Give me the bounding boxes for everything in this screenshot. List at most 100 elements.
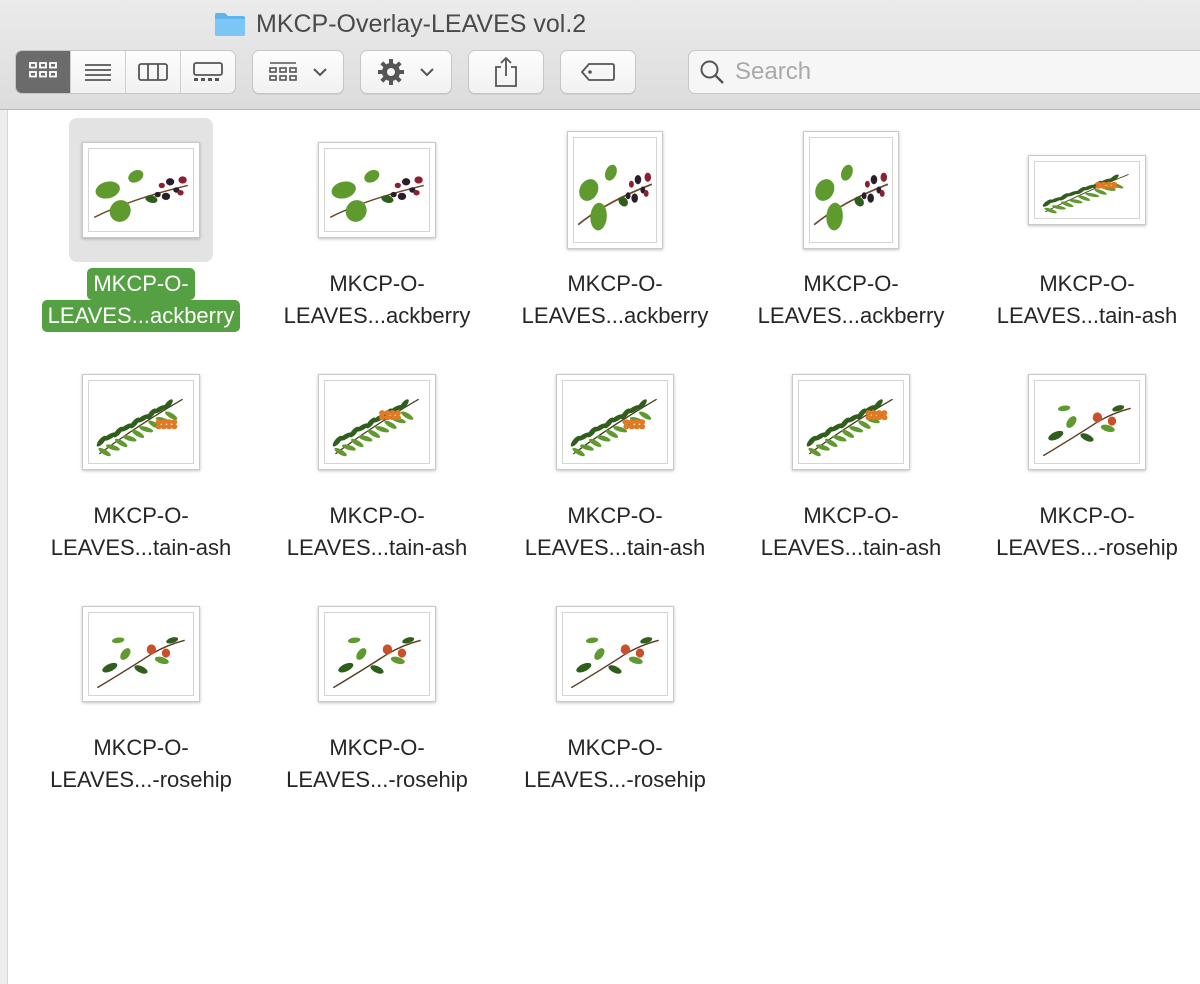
gear-icon — [378, 59, 404, 85]
file-thumbnail-area[interactable] — [69, 582, 213, 726]
plant-thumbnail-graphic — [1042, 174, 1130, 214]
grid-icon — [29, 62, 57, 78]
thumbnail-frame — [324, 380, 430, 464]
image-thumbnail[interactable] — [318, 606, 436, 702]
file-name-line-1: MKCP-O- — [567, 503, 663, 528]
plant-thumbnail-graphic — [93, 170, 189, 222]
file-name-line-2: LEAVES...tain-ash — [524, 535, 706, 560]
file-thumbnail-area[interactable] — [305, 118, 449, 262]
columns-icon — [138, 63, 168, 81]
plant-thumbnail-graphic — [806, 398, 894, 457]
file-name-label[interactable]: MKCP-O- LEAVES...ackberry — [259, 268, 495, 332]
file-item[interactable]: MKCP-O- LEAVES...-rosehip — [497, 574, 733, 794]
file-thumbnail-area[interactable] — [305, 582, 449, 726]
thumbnail-frame — [1034, 380, 1140, 464]
file-name-line-2: LEAVES...tain-ash — [286, 535, 468, 560]
file-item[interactable]: MKCP-O- LEAVES...-rosehip — [259, 574, 495, 794]
image-thumbnail[interactable] — [82, 374, 200, 470]
edit-tags-button[interactable] — [560, 50, 636, 94]
file-item[interactable]: MKCP-O- LEAVES...tain-ash — [969, 110, 1200, 330]
file-item[interactable]: MKCP-O- LEAVES...tain-ash — [497, 342, 733, 562]
thumbnail-frame — [324, 612, 430, 696]
file-name-line-2: LEAVES...ackberry — [757, 303, 945, 328]
file-name-line-2: LEAVES...ackberry — [521, 303, 709, 328]
file-name-label[interactable]: MKCP-O- LEAVES...ackberry — [733, 268, 969, 332]
file-name-line-2: LEAVES...ackberry — [283, 303, 471, 328]
gallery-view-button[interactable] — [181, 51, 235, 93]
file-item[interactable]: MKCP-O- LEAVES...tain-ash — [259, 342, 495, 562]
file-thumbnail-area[interactable] — [1015, 118, 1159, 262]
window-title-text: MKCP-Overlay-LEAVES vol.2 — [256, 9, 587, 38]
file-name-label[interactable]: MKCP-O- LEAVES...-rosehip — [259, 732, 495, 796]
thumbnail-frame — [798, 380, 904, 464]
file-name-label[interactable]: MKCP-O- LEAVES...-rosehip — [497, 732, 733, 796]
file-name-line-2: LEAVES...-rosehip — [996, 535, 1178, 560]
group-by-button[interactable] — [252, 50, 344, 94]
file-item[interactable]: MKCP-O- LEAVES...ackberry — [259, 110, 495, 330]
file-item[interactable]: MKCP-O- LEAVES...ackberry — [23, 110, 259, 332]
file-item[interactable]: MKCP-O- LEAVES...ackberry — [733, 110, 969, 330]
file-name-label[interactable]: MKCP-O- LEAVES...tain-ash — [497, 500, 733, 564]
file-name-label[interactable]: MKCP-O- LEAVES...tain-ash — [259, 500, 495, 564]
file-thumbnail-area[interactable] — [69, 118, 213, 262]
file-name-line-1: MKCP-O- — [87, 268, 195, 300]
image-thumbnail[interactable] — [318, 142, 436, 238]
file-thumbnail-area[interactable] — [1015, 350, 1159, 494]
file-name-label[interactable]: MKCP-O- LEAVES...tain-ash — [969, 268, 1200, 332]
plant-thumbnail-graphic — [332, 398, 420, 457]
thumbnail-frame — [573, 137, 657, 243]
file-name-label[interactable]: MKCP-O- LEAVES...tain-ash — [23, 500, 259, 564]
folder-icon — [214, 11, 246, 37]
image-thumbnail[interactable] — [556, 606, 674, 702]
file-item[interactable]: MKCP-O- LEAVES...ackberry — [497, 110, 733, 330]
thumbnail-frame — [1034, 161, 1140, 219]
image-thumbnail[interactable] — [82, 142, 200, 238]
icon-view-button[interactable] — [16, 51, 71, 93]
search-icon — [700, 60, 724, 84]
share-button[interactable] — [468, 50, 544, 94]
image-thumbnail[interactable] — [318, 374, 436, 470]
file-thumbnail-area[interactable] — [779, 118, 923, 262]
search-field[interactable] — [688, 50, 1200, 94]
file-thumbnail-area[interactable] — [543, 350, 687, 494]
file-name-label[interactable]: MKCP-O- LEAVES...-rosehip — [23, 732, 259, 796]
search-input[interactable] — [735, 58, 1175, 86]
image-thumbnail[interactable] — [1028, 374, 1146, 470]
file-name-line-2: LEAVES...tain-ash — [50, 535, 232, 560]
file-thumbnail-area[interactable] — [543, 118, 687, 262]
plant-thumbnail-graphic — [570, 637, 659, 689]
image-thumbnail[interactable] — [82, 606, 200, 702]
file-thumbnail-area[interactable] — [69, 350, 213, 494]
file-name-label[interactable]: MKCP-O- LEAVES...ackberry — [497, 268, 733, 332]
image-thumbnail[interactable] — [556, 374, 674, 470]
plant-thumbnail-graphic — [577, 164, 653, 231]
chevron-down-icon — [420, 68, 434, 77]
image-thumbnail[interactable] — [803, 131, 899, 249]
file-name-line-2: LEAVES...-rosehip — [50, 767, 232, 792]
file-name-line-1: MKCP-O- — [567, 735, 663, 760]
action-button[interactable] — [360, 50, 452, 94]
file-item[interactable]: MKCP-O- LEAVES...-rosehip — [969, 342, 1200, 562]
file-name-label[interactable]: MKCP-O- LEAVES...tain-ash — [733, 500, 969, 564]
file-thumbnail-area[interactable] — [779, 350, 923, 494]
view-mode-segmented-control — [15, 50, 236, 94]
column-view-button[interactable] — [126, 51, 181, 93]
file-name-line-1: MKCP-O- — [803, 503, 899, 528]
file-name-line-1: MKCP-O- — [329, 503, 425, 528]
sidebar-edge — [0, 110, 8, 984]
file-item[interactable]: MKCP-O- LEAVES...-rosehip — [23, 574, 259, 794]
file-name-line-1: MKCP-O- — [567, 271, 663, 296]
file-thumbnail-area[interactable] — [305, 350, 449, 494]
file-item[interactable]: MKCP-O- LEAVES...tain-ash — [733, 342, 969, 562]
list-view-button[interactable] — [71, 51, 126, 93]
image-thumbnail[interactable] — [792, 374, 910, 470]
file-name-label[interactable]: MKCP-O- LEAVES...ackberry — [23, 268, 259, 332]
thumbnail-frame — [562, 612, 668, 696]
share-icon — [495, 56, 517, 87]
image-thumbnail[interactable] — [567, 131, 663, 249]
file-item[interactable]: MKCP-O- LEAVES...tain-ash — [23, 342, 259, 562]
image-thumbnail[interactable] — [1028, 155, 1146, 225]
file-name-line-1: MKCP-O- — [93, 735, 189, 760]
file-name-label[interactable]: MKCP-O- LEAVES...-rosehip — [969, 500, 1200, 564]
file-thumbnail-area[interactable] — [543, 582, 687, 726]
